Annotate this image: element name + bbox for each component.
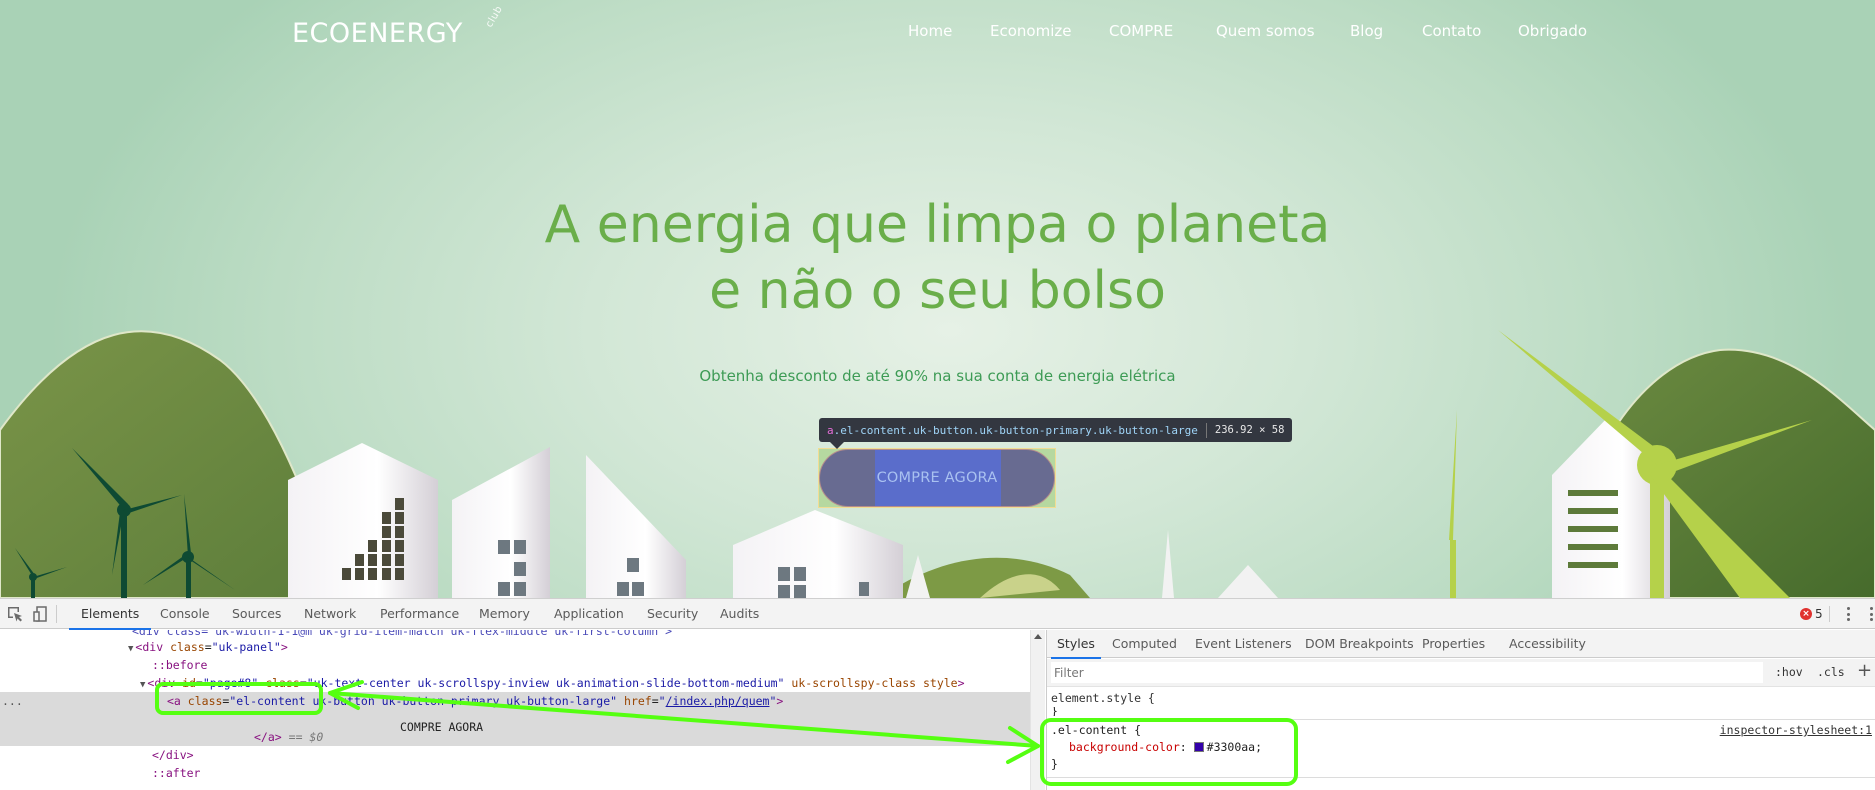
tooltip-selector: .el-content.uk-button.uk-button-primary.…: [833, 423, 1198, 437]
tooltip-dimensions: 236.92 × 58: [1214, 424, 1285, 436]
nav-obrigado[interactable]: Obrigado: [1518, 22, 1587, 40]
nav-contato[interactable]: Contato: [1422, 22, 1481, 40]
property-name[interactable]: background-color: [1069, 740, 1180, 754]
rule-declaration[interactable]: background-color: #3300aa;: [1051, 739, 1872, 756]
el-content-rule[interactable]: .el-content { background-color: #3300aa;…: [1047, 720, 1875, 778]
styles-pane: Styles Computed Event Listeners DOM Brea…: [1046, 630, 1875, 790]
class-toggle[interactable]: .cls: [1817, 665, 1845, 679]
nav-economize[interactable]: Economize: [990, 22, 1071, 40]
dom-close-anchor: </a> == $0: [254, 730, 324, 744]
styles-filter-input[interactable]: [1051, 662, 1763, 683]
styles-filter-bar: :hov .cls +: [1047, 659, 1875, 687]
tab-network[interactable]: Network: [304, 599, 356, 629]
spire-3: [1218, 565, 1278, 598]
dom-row-close-div[interactable]: </div>: [0, 746, 1030, 764]
hero-subtitle: Obtenha desconto de até 90% na sua conta…: [699, 367, 1176, 385]
property-value[interactable]: #3300aa: [1207, 740, 1255, 754]
site-logo[interactable]: ecoenergy club: [292, 4, 505, 49]
sidebar-tabs: Styles Computed Event Listeners DOM Brea…: [1047, 630, 1875, 659]
hover-state-toggle[interactable]: :hov: [1775, 665, 1803, 679]
collapse-triangle-icon[interactable]: ▼: [140, 680, 145, 690]
toolbar-divider: [56, 605, 57, 623]
headline-line-2: e não o seu bolso: [709, 261, 1166, 321]
tab-audits[interactable]: Audits: [720, 599, 759, 629]
tab-memory[interactable]: Memory: [479, 599, 530, 629]
inspect-element-icon[interactable]: [6, 605, 24, 623]
error-count: 5: [1815, 607, 1823, 621]
tab-dom-breakpoints[interactable]: DOM Breakpoints: [1305, 630, 1414, 658]
element-style-rule[interactable]: element.style { }: [1047, 688, 1875, 720]
element-style-selector: element.style {: [1051, 691, 1155, 705]
spire-2: [1162, 530, 1174, 598]
more-options-icon[interactable]: [1847, 607, 1851, 623]
tab-performance[interactable]: Performance: [380, 599, 459, 629]
building-house: [733, 510, 903, 598]
error-icon: ×: [1800, 608, 1812, 620]
toolbar-divider-right: [1829, 606, 1830, 622]
compre-agora-button[interactable]: COMPRE AGORA: [819, 449, 1055, 507]
dom-tree: <div class="uk-width-1-1@m uk-grid-item-…: [0, 630, 1030, 790]
inspector-tooltip: a.el-content.uk-button.uk-button-primary…: [819, 418, 1293, 442]
gutter-ellipsis[interactable]: ...: [2, 692, 23, 710]
devtools-panel: Elements Console Sources Network Perform…: [0, 598, 1875, 790]
error-counter[interactable]: × 5: [1800, 607, 1823, 621]
dom-row-before[interactable]: ::before: [0, 656, 1030, 674]
tooltip-tag: a: [827, 423, 834, 437]
tab-computed[interactable]: Computed: [1112, 630, 1177, 658]
headline-line-1: A energia que limpa o planeta: [544, 195, 1331, 255]
tab-sources[interactable]: Sources: [232, 599, 281, 629]
href-link[interactable]: /index.php/quem: [666, 694, 770, 708]
dom-row-after[interactable]: ::after: [0, 764, 1030, 782]
tooltip-arrow: [830, 442, 844, 449]
color-swatch[interactable]: [1193, 742, 1204, 752]
rule-close: }: [1051, 757, 1058, 771]
dom-row-uk-panel[interactable]: ▼ <div class="uk-panel">: [0, 638, 1030, 656]
element-style-close: }: [1051, 707, 1058, 716]
dom-text-node: COMPRE AGORA: [400, 720, 484, 734]
close-devtools-icon[interactable]: [1870, 607, 1874, 623]
logo-text: ecoenergy: [292, 18, 463, 49]
cta-label: COMPRE AGORA: [876, 470, 998, 486]
tab-elements[interactable]: Elements: [68, 599, 152, 630]
building-slant2: [586, 455, 686, 598]
nav-home[interactable]: Home: [908, 22, 952, 40]
dom-scrollbar[interactable]: [1030, 630, 1045, 790]
tab-event-listeners[interactable]: Event Listeners: [1195, 630, 1292, 658]
collapse-triangle-icon[interactable]: ▼: [128, 644, 133, 654]
dom-row-page8[interactable]: ▼ <div id="page#8" class="uk-text-center …: [0, 674, 1030, 692]
devtools-toolbar: Elements Console Sources Network Perform…: [0, 599, 1875, 630]
tab-properties[interactable]: Properties: [1422, 630, 1485, 658]
tab-application[interactable]: Application: [554, 599, 624, 629]
device-toolbar-icon[interactable]: [32, 605, 50, 623]
tab-accessibility[interactable]: Accessibility: [1509, 630, 1586, 658]
dom-row-selected-anchor[interactable]: ... <a class="el-content uk-button uk-bu…: [0, 692, 1030, 746]
stylesheet-source-link[interactable]: inspector-stylesheet:1: [1720, 722, 1872, 739]
hero-headline: A energia que limpa o planeta e não o se…: [0, 192, 1875, 324]
website-hero: ecoenergy club Home Economize COMPRE Que…: [0, 0, 1875, 598]
scroll-up-arrow-icon[interactable]: [1034, 634, 1042, 639]
building-slant: [452, 447, 550, 598]
nav-compre[interactable]: COMPRE: [1109, 22, 1173, 40]
nav-blog[interactable]: Blog: [1350, 22, 1383, 40]
tooltip-divider: [1205, 422, 1207, 438]
new-style-rule-icon[interactable]: +: [1857, 660, 1872, 681]
nav-quem-somos[interactable]: Quem somos: [1216, 22, 1315, 40]
tab-styles[interactable]: Styles: [1051, 630, 1101, 659]
tab-console[interactable]: Console: [160, 599, 210, 629]
tab-security[interactable]: Security: [647, 599, 698, 629]
